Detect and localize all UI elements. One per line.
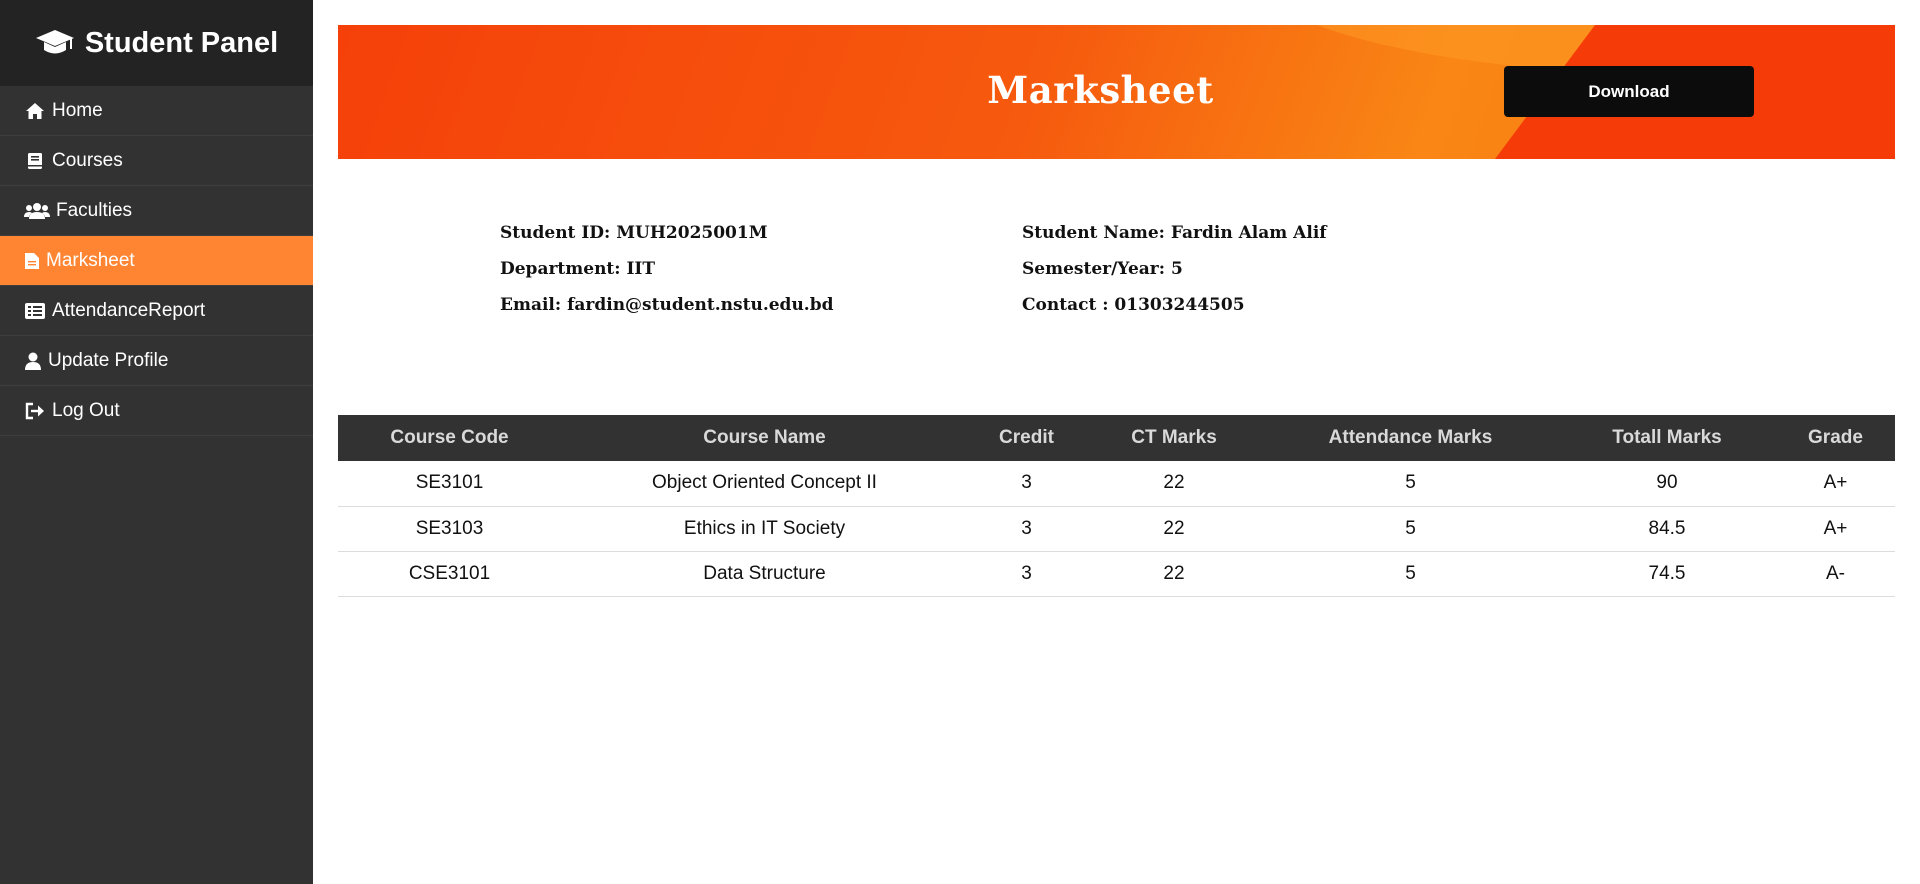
- marksheet-banner: Marksheet Download: [338, 25, 1895, 159]
- sidebar-item-label: Faculties: [56, 199, 133, 221]
- cell-ct-marks: 22: [1085, 461, 1263, 507]
- table-header-row: Course Code Course Name Credit CT Marks …: [338, 415, 1895, 461]
- column-header-total-marks: Totall Marks: [1558, 415, 1776, 461]
- table-row: SE3101 Object Oriented Concept II 3 22 5…: [338, 461, 1895, 507]
- student-department: Department: IIT: [500, 259, 656, 279]
- cell-attendance-marks: 5: [1263, 461, 1558, 507]
- sidebar: Student Panel Home Courses Faculties Mar…: [0, 0, 313, 884]
- column-header-ct-marks: CT Marks: [1085, 415, 1263, 461]
- sidebar-item-label: AttendanceReport: [52, 299, 206, 321]
- table-row: SE3103 Ethics in IT Society 3 22 5 84.5 …: [338, 506, 1895, 552]
- column-header-credit: Credit: [968, 415, 1085, 461]
- table-row: CSE3101 Data Structure 3 22 5 74.5 A-: [338, 551, 1895, 597]
- student-info-left: Student ID: MUH2025001M Department: IIT …: [500, 218, 834, 326]
- cell-ct-marks: 22: [1085, 551, 1263, 597]
- sidebar-item-faculties[interactable]: Faculties: [0, 186, 313, 236]
- cell-course-name: Object Oriented Concept II: [561, 461, 968, 507]
- cell-credit: 3: [968, 506, 1085, 552]
- logout-icon: [24, 401, 46, 421]
- student-email: Email: fardin@student.nstu.edu.bd: [500, 295, 834, 315]
- graduation-cap-icon: [35, 28, 75, 58]
- cell-course-name: Ethics in IT Society: [561, 506, 968, 552]
- cell-course-name: Data Structure: [561, 551, 968, 597]
- cell-attendance-marks: 5: [1263, 551, 1558, 597]
- cell-credit: 3: [968, 461, 1085, 507]
- cell-course-code: SE3103: [338, 506, 561, 552]
- sidebar-item-update-profile[interactable]: Update Profile: [0, 336, 313, 386]
- sidebar-item-attendance-report[interactable]: AttendanceReport: [0, 286, 313, 336]
- cell-ct-marks: 22: [1085, 506, 1263, 552]
- sidebar-item-courses[interactable]: Courses: [0, 136, 313, 186]
- book-icon: [24, 151, 46, 171]
- download-button[interactable]: Download: [1504, 66, 1754, 117]
- sidebar-item-label: Log Out: [52, 399, 120, 421]
- sidebar-item-label: Home: [52, 99, 103, 121]
- cell-grade: A+: [1776, 506, 1895, 552]
- cell-credit: 3: [968, 551, 1085, 597]
- user-icon: [24, 351, 42, 371]
- cell-total-marks: 84.5: [1558, 506, 1776, 552]
- student-name: Student Name: Fardin Alam Alif: [1022, 223, 1327, 243]
- sidebar-item-label: Marksheet: [46, 249, 135, 271]
- main-content: Marksheet Download Student ID: MUH202500…: [313, 0, 1920, 884]
- cell-grade: A+: [1776, 461, 1895, 507]
- student-contact: Contact : 01303244505: [1022, 295, 1245, 315]
- file-icon: [24, 251, 40, 271]
- column-header-grade: Grade: [1776, 415, 1895, 461]
- column-header-course-name: Course Name: [561, 415, 968, 461]
- sidebar-item-log-out[interactable]: Log Out: [0, 386, 313, 436]
- sidebar-nav: Home Courses Faculties Marksheet Attenda…: [0, 86, 313, 436]
- cell-total-marks: 90: [1558, 461, 1776, 507]
- cell-total-marks: 74.5: [1558, 551, 1776, 597]
- column-header-course-code: Course Code: [338, 415, 561, 461]
- student-id: Student ID: MUH2025001M: [500, 223, 768, 243]
- list-icon: [24, 301, 46, 321]
- cell-course-code: SE3101: [338, 461, 561, 507]
- column-header-attendance-marks: Attendance Marks: [1263, 415, 1558, 461]
- users-icon: [24, 201, 50, 221]
- brand: Student Panel: [0, 0, 313, 86]
- cell-grade: A-: [1776, 551, 1895, 597]
- sidebar-item-home[interactable]: Home: [0, 86, 313, 136]
- student-info-right: Student Name: Fardin Alam Alif Semester/…: [1022, 218, 1327, 326]
- sidebar-item-label: Courses: [52, 149, 123, 171]
- cell-course-code: CSE3101: [338, 551, 561, 597]
- sidebar-item-marksheet[interactable]: Marksheet: [0, 236, 313, 286]
- home-icon: [24, 101, 46, 121]
- cell-attendance-marks: 5: [1263, 506, 1558, 552]
- student-semester: Semester/Year: 5: [1022, 259, 1183, 279]
- brand-title: Student Panel: [84, 26, 279, 59]
- sidebar-item-label: Update Profile: [48, 349, 169, 371]
- marks-table: Course Code Course Name Credit CT Marks …: [338, 415, 1895, 597]
